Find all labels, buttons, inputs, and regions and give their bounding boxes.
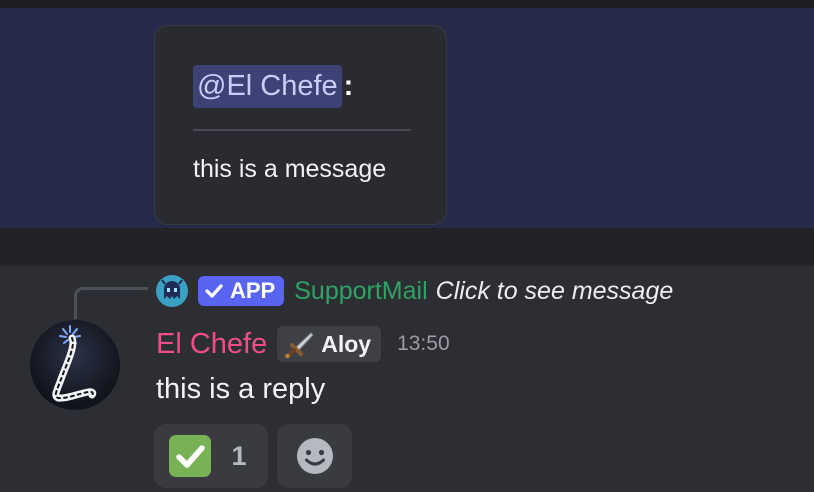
reply-reference[interactable]: APP SupportMail Click to see message [156,272,673,310]
reply-preview-text[interactable]: Click to see message [436,277,674,306]
smiley-face-icon [296,438,333,474]
reply-author[interactable]: SupportMail [294,277,427,306]
message-header: El Chefe Aloy 13:50 [156,324,450,364]
add-reaction-button[interactable] [277,424,352,488]
avatar[interactable] [30,320,120,410]
white-check-mark-icon [169,435,212,477]
embed-body: this is a message [193,155,387,183]
letter-l-icon [52,325,97,402]
ghost-bot-icon [156,275,188,307]
timestamp[interactable]: 13:50 [397,332,450,356]
message-author[interactable]: El Chefe [156,328,267,361]
mention-colon: : [343,69,354,102]
role-name: Aloy [321,330,372,357]
embed-divider [193,129,411,131]
embed-header: @El Chefe: [193,63,353,109]
message-gap [0,228,814,266]
checkmark-icon [205,284,223,298]
user-mention[interactable]: @El Chefe [193,64,342,108]
reaction-count: 1 [231,440,247,471]
reply-spine [74,287,148,319]
role-tag[interactable]: Aloy [277,326,382,362]
top-divider [0,0,814,8]
highlighted-message: @El Chefe: this is a message [0,8,814,228]
message-content: this is a reply [156,373,326,405]
app-badge: APP [198,276,285,306]
reaction-check[interactable]: 1 [154,424,268,488]
message-embed: @El Chefe: this is a message [154,25,447,225]
app-badge-label: APP [230,278,276,303]
sword-icon [285,332,314,358]
